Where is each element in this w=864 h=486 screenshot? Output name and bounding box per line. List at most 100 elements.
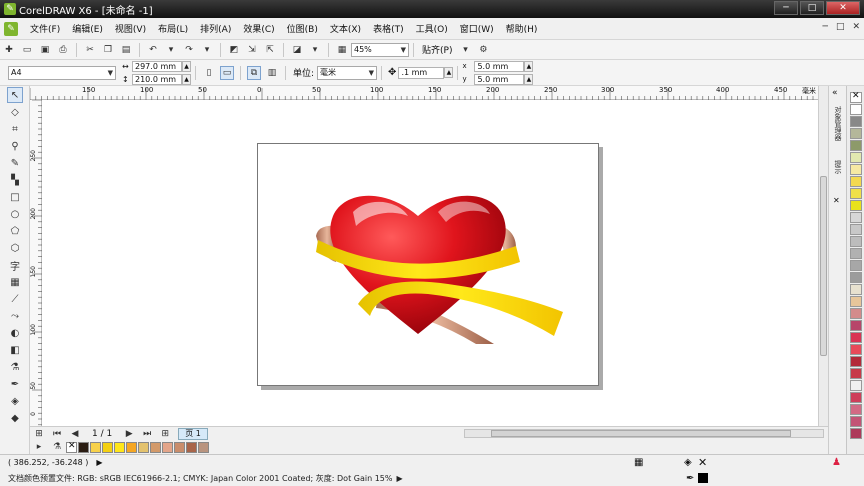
palette-swatch[interactable] [850,380,862,391]
palette-swatch[interactable] [850,236,862,247]
text-tool-icon[interactable]: 字 [7,257,23,273]
doc-swatch[interactable] [138,441,149,453]
welcome-screen-icon[interactable]: ▦ [335,43,349,57]
doc-swatch[interactable] [78,441,89,453]
menu-file[interactable]: 文件(F) [24,22,66,35]
blend-tool-icon[interactable]: ◐ [7,325,23,341]
all-pages-icon[interactable]: ⧉ [247,65,261,80]
doc-restore-button[interactable]: □ [836,22,845,32]
fill-indicator-icon[interactable]: ▦ [634,457,643,468]
palette-swatch[interactable] [850,248,862,259]
palette-swatch[interactable] [850,344,862,355]
outline-color-swatch[interactable] [698,473,708,483]
heart-ribbon-artwork[interactable] [258,144,600,387]
palette-swatch[interactable] [850,392,862,403]
status-arrow-icon[interactable]: ▶ [96,458,102,467]
doc-swatch[interactable] [90,441,101,453]
rectangle-tool-icon[interactable]: □ [7,189,23,205]
palette-swatch[interactable] [850,356,862,367]
page-size-select[interactable]: A4 ▼ [8,65,116,80]
redo-icon[interactable]: ↷ [182,43,196,57]
dup-x-field[interactable]: 5.0 mm [474,60,525,72]
ellipse-tool-icon[interactable]: ○ [7,206,23,222]
vertical-scrollbar[interactable] [818,86,828,426]
cut-icon[interactable]: ✂ [83,43,97,57]
menu-bitmaps[interactable]: 位图(B) [281,22,324,35]
redo-dropdown-icon[interactable]: ▾ [200,43,214,57]
palette-swatch[interactable] [850,212,862,223]
maximize-button[interactable]: □ [800,1,824,15]
fill-tool-icon[interactable]: ◈ [7,393,23,409]
palette-swatch[interactable] [850,332,862,343]
doc-swatch[interactable] [102,441,113,453]
no-fill-swatch[interactable]: ✕ [850,91,862,103]
copy-icon[interactable]: ❐ [101,43,115,57]
palette-swatch[interactable] [850,368,862,379]
doc-swatch[interactable] [198,441,209,453]
doc-swatch[interactable] [162,441,173,453]
outline-pen-icon[interactable]: ✒ [686,473,694,484]
outline-tool-icon[interactable]: ✒ [7,376,23,392]
pick-tool-icon[interactable]: ↖ [7,87,23,103]
landscape-icon[interactable]: ▭ [220,65,234,80]
snap-to-menu[interactable]: 贴齐(P) [422,43,452,56]
next-page-icon[interactable]: ▶ [122,427,136,441]
dup-x-stepper[interactable]: ▲ [524,60,534,72]
zoom-select[interactable]: 45% ▼ [351,42,409,57]
docker-tab-object-manager[interactable]: 对象管理器 [833,106,843,141]
palette-swatch[interactable] [850,320,862,331]
doc-swatch[interactable] [174,441,185,453]
freehand-tool-icon[interactable]: ✎ [7,155,23,171]
palette-swatch[interactable] [850,140,862,151]
menu-table[interactable]: 表格(T) [367,22,410,35]
palette-swatch[interactable] [850,260,862,271]
drawing-canvas[interactable] [42,100,818,426]
palette-swatch[interactable] [850,272,862,283]
search-content-icon[interactable]: ◩ [227,43,241,57]
doc-minimize-button[interactable]: ─ [823,22,828,32]
palette-swatch[interactable] [850,104,862,115]
palette-swatch[interactable] [850,224,862,235]
page-tab[interactable]: 页 1 [178,427,208,440]
no-fill-icon[interactable]: ✕ [698,456,707,469]
menu-help[interactable]: 帮助(H) [500,22,544,35]
palette-swatch[interactable] [850,404,862,415]
nudge-stepper[interactable]: ▲ [444,67,454,78]
publish-pdf-icon[interactable]: ◪ [290,43,304,57]
polygon-tool-icon[interactable]: ⬠ [7,223,23,239]
menu-view[interactable]: 视图(V) [109,22,152,35]
user-icon[interactable]: ♟ [832,457,841,468]
height-stepper[interactable]: ▲ [182,73,191,85]
docker-tab-hints[interactable]: 提示 [833,160,843,174]
palette-swatch[interactable] [850,296,862,307]
page-options-icon[interactable]: ⊞ [32,427,46,441]
paste-icon[interactable]: ▤ [119,43,133,57]
menu-text[interactable]: 文本(X) [324,22,367,35]
profile-arrow-icon[interactable]: ▶ [396,474,402,483]
print-icon[interactable]: ⎙ [56,43,70,57]
dup-y-field[interactable]: 5.0 mm [474,73,525,85]
palette-swatch[interactable] [850,200,862,211]
menu-effects[interactable]: 效果(C) [237,22,280,35]
snap-dropdown-icon[interactable]: ▾ [458,43,472,57]
palette-swatch[interactable] [850,164,862,175]
close-docker-icon[interactable]: ✕ [833,196,840,205]
width-stepper[interactable]: ▲ [182,60,191,72]
doc-swatch[interactable] [126,441,137,453]
palette-swatch[interactable] [850,428,862,439]
transparency-tool-icon[interactable]: ◧ [7,342,23,358]
smart-fill-icon[interactable]: ▚ [7,172,23,188]
doc-swatch[interactable] [114,441,125,453]
eyedropper-tool-icon[interactable]: ⚗ [7,359,23,375]
save-icon[interactable]: ▣ [38,43,52,57]
palette-swatch[interactable] [850,152,862,163]
minimize-button[interactable]: ─ [774,1,798,15]
doc-swatch[interactable] [186,441,197,453]
table-tool-icon[interactable]: ▦ [7,274,23,290]
nudge-field[interactable]: .1 mm [398,66,445,79]
crop-tool-icon[interactable]: ⌗ [7,121,23,137]
palette-swatch[interactable] [850,188,862,199]
menu-edit[interactable]: 编辑(E) [66,22,109,35]
horizontal-scrollbar[interactable] [464,429,824,438]
new-icon[interactable]: ✚ [2,43,16,57]
